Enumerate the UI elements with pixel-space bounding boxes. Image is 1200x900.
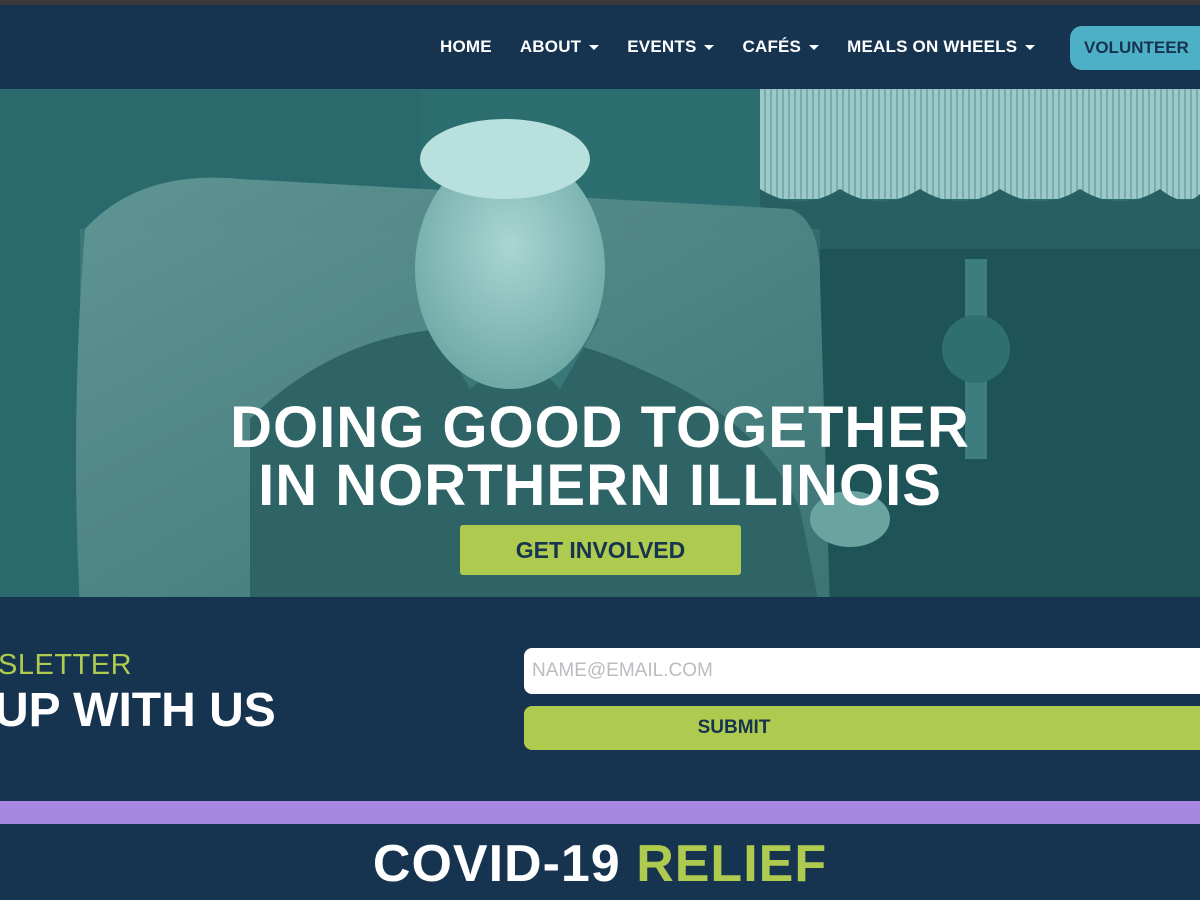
covid-title: COVID-19 RELIEF: [0, 834, 1200, 894]
nav-item-label: EVENTS: [627, 37, 697, 56]
caret-down-icon: [589, 44, 600, 50]
caret-down-icon: [809, 44, 820, 50]
nav-item-label: HOME: [440, 37, 492, 56]
hero-section: DOING GOOD TOGETHER IN NORTHERN ILLINOIS…: [0, 89, 1200, 597]
covid-section: COVID-19 RELIEF: [0, 824, 1200, 900]
hero-title-line-2: IN NORTHERN ILLINOIS: [258, 453, 942, 518]
nav-item-label: CAFÉS: [742, 37, 802, 56]
submit-button[interactable]: SUBMIT: [524, 706, 1200, 750]
nav-item-cafes[interactable]: CAFÉS: [742, 37, 820, 57]
hero-title: DOING GOOD TOGETHER IN NORTHERN ILLINOIS: [0, 399, 1200, 515]
site-header: HOME ABOUT EVENTS CAFÉS MEALS ON WHEELS …: [0, 5, 1200, 89]
volunteer-button[interactable]: VOLUNTEER: [1070, 26, 1200, 70]
newsletter-eyebrow: SLETTER: [0, 649, 133, 681]
main-nav: HOME ABOUT EVENTS CAFÉS MEALS ON WHEELS: [440, 27, 1063, 67]
divider-band: [0, 801, 1200, 824]
covid-title-green: RELIEF: [636, 835, 828, 893]
newsletter-heading: UP WITH US: [0, 684, 276, 737]
hero-background-photo: [0, 89, 1200, 597]
get-involved-button[interactable]: GET INVOLVED: [460, 525, 741, 575]
newsletter-section: SLETTER UP WITH US SUBMIT: [0, 597, 1200, 801]
nav-item-about[interactable]: ABOUT: [519, 37, 600, 57]
nav-item-home[interactable]: HOME: [440, 37, 492, 57]
caret-down-icon: [1025, 44, 1036, 50]
nav-item-meals-on-wheels[interactable]: MEALS ON WHEELS: [847, 37, 1036, 57]
nav-item-label: ABOUT: [519, 37, 582, 56]
covid-title-white: COVID-19: [372, 835, 621, 893]
nav-item-events[interactable]: EVENTS: [627, 37, 715, 57]
email-input[interactable]: [524, 648, 1200, 694]
nav-item-label: MEALS ON WHEELS: [847, 37, 1018, 56]
hero-title-line-1: DOING GOOD TOGETHER: [230, 395, 970, 460]
caret-down-icon: [704, 44, 715, 50]
